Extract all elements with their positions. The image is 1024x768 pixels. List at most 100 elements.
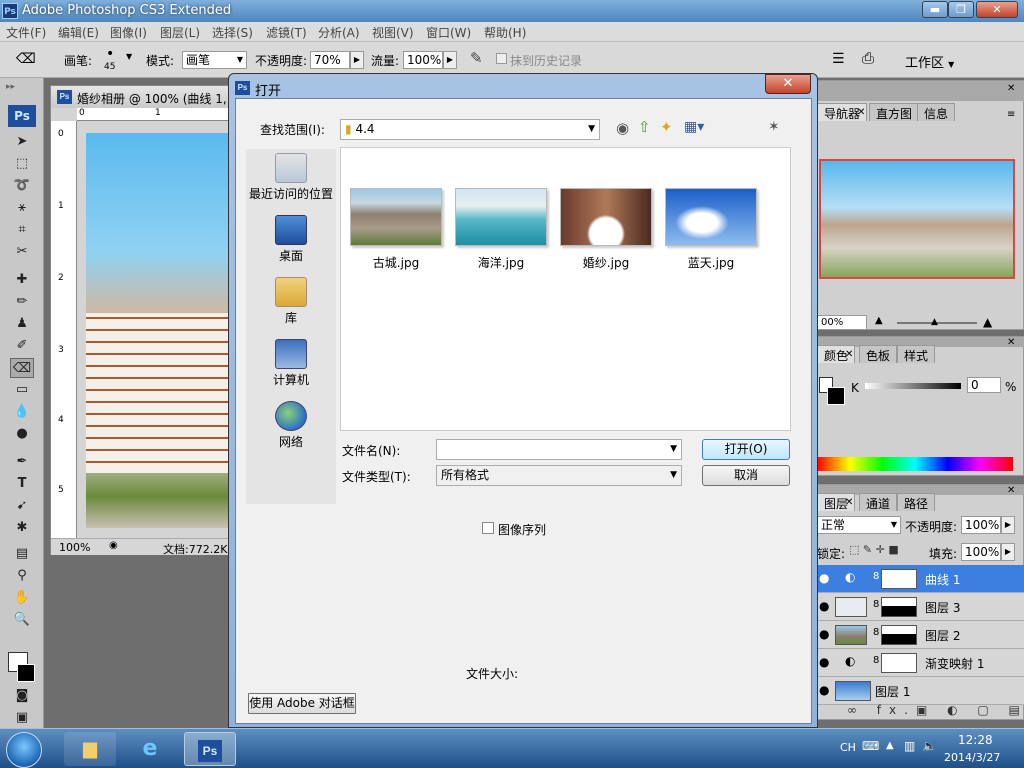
healing-brush-icon[interactable]: ✚: [10, 270, 34, 290]
type-tool-icon[interactable]: T: [10, 474, 34, 494]
navigator-preview[interactable]: [819, 159, 1015, 279]
blend-mode-select[interactable]: 正常 ▼: [817, 516, 901, 534]
file-item[interactable]: 海洋.jpg: [454, 188, 548, 271]
ie-icon[interactable]: e: [124, 732, 176, 766]
dialog-close-button[interactable]: ✕: [765, 74, 811, 94]
place-libraries[interactable]: 库: [246, 277, 336, 326]
brush-tool-icon[interactable]: ✏: [10, 292, 34, 312]
fill-stepper[interactable]: ▶: [1001, 543, 1015, 561]
close-icon[interactable]: ✕: [1007, 83, 1015, 94]
close-icon[interactable]: ✕: [1007, 337, 1015, 348]
new-folder-icon[interactable]: ✦: [660, 118, 673, 136]
file-item[interactable]: 婚纱.jpg: [559, 188, 653, 271]
path-selection-icon[interactable]: ➹: [10, 496, 34, 516]
up-folder-icon[interactable]: ⇧: [638, 118, 651, 136]
clone-stamp-icon[interactable]: ♟: [10, 314, 34, 334]
zoom-tool-icon[interactable]: 🔍: [10, 610, 34, 630]
workspace-menu[interactable]: 工作区 ▼: [905, 52, 954, 71]
lock-icons[interactable]: ⬚ ✎ ✛ ■: [849, 543, 899, 556]
place-recent[interactable]: 最近访问的位置: [246, 153, 336, 202]
opacity-stepper[interactable]: ▶: [350, 51, 364, 69]
tab-channels[interactable]: 通道: [859, 493, 898, 511]
minimize-button[interactable]: ▬: [922, 1, 948, 18]
back-icon[interactable]: ◉: [616, 119, 629, 137]
photoshop-taskbar-button[interactable]: Ps: [184, 732, 236, 766]
open-button[interactable]: 打开(O): [702, 439, 790, 460]
shape-tool-icon[interactable]: ✱: [10, 518, 34, 538]
airbrush-icon[interactable]: ✎: [470, 49, 483, 67]
layer-row[interactable]: ● 图层 1: [817, 677, 1024, 705]
place-computer[interactable]: 计算机: [246, 339, 336, 388]
zoom-slider-thumb[interactable]: ▲: [931, 317, 938, 327]
zoom-out-icon[interactable]: ▲: [875, 315, 883, 326]
menu-edit[interactable]: 编辑(E): [58, 24, 99, 41]
panel-menu-icon[interactable]: ≡: [1007, 109, 1015, 120]
color-slider[interactable]: [865, 383, 961, 389]
cancel-button[interactable]: 取消: [702, 465, 790, 486]
close-icon[interactable]: ✕: [845, 497, 853, 508]
eraser-tool-icon[interactable]: ⌫: [10, 358, 34, 378]
opacity-stepper[interactable]: ▶: [1001, 516, 1015, 534]
clock-time[interactable]: 12:28: [958, 733, 993, 747]
dodge-tool-icon[interactable]: ●: [10, 424, 34, 444]
screen-mode-icon[interactable]: ▣: [10, 708, 34, 728]
brush-preset-icon[interactable]: •: [106, 46, 114, 62]
history-brush-icon[interactable]: ✐: [10, 336, 34, 356]
menu-filter[interactable]: 滤镜(T): [266, 24, 307, 41]
network-tray-icon[interactable]: ▥: [904, 739, 915, 753]
collapse-toolbox-icon[interactable]: ▸▸: [6, 82, 15, 92]
document-canvas[interactable]: [86, 133, 231, 528]
layer-row[interactable]: ● 8 图层 3: [817, 593, 1024, 621]
menu-select[interactable]: 选择(S): [212, 24, 253, 41]
zoom-level[interactable]: 100%: [59, 541, 90, 554]
bridge-icon[interactable]: ⎙: [862, 49, 874, 67]
keyboard-icon[interactable]: ⌨: [862, 739, 879, 753]
menu-layer[interactable]: 图层(L): [160, 24, 200, 41]
blur-tool-icon[interactable]: 💧: [10, 402, 34, 422]
background-color-swatch[interactable]: [827, 387, 845, 405]
favorites-icon[interactable]: ✶: [768, 119, 780, 135]
menu-view[interactable]: 视图(V): [372, 24, 414, 41]
gradient-tool-icon[interactable]: ▭: [10, 380, 34, 400]
place-network[interactable]: 网络: [246, 401, 336, 450]
marquee-tool-icon[interactable]: ⬚: [10, 154, 34, 174]
tray-expand-icon[interactable]: ▲: [886, 740, 894, 751]
eraser-tool-icon[interactable]: ⌫: [16, 51, 36, 67]
menu-analysis[interactable]: 分析(A): [318, 24, 360, 41]
look-in-select[interactable]: ▮ 4.4 ▼: [340, 119, 600, 140]
menu-window[interactable]: 窗口(W): [426, 24, 471, 41]
layer-row[interactable]: ● 8 图层 2: [817, 621, 1024, 649]
brush-dropdown-icon[interactable]: ▼: [126, 52, 132, 61]
start-button[interactable]: [6, 732, 42, 768]
tab-histogram[interactable]: 直方图: [869, 103, 920, 121]
notes-tool-icon[interactable]: ▤: [10, 544, 34, 564]
tab-paths[interactable]: 路径: [897, 493, 936, 511]
zoom-in-icon[interactable]: ▲: [983, 315, 992, 329]
quick-mask-icon[interactable]: ◙: [10, 686, 34, 706]
tab-info[interactable]: 信息: [917, 103, 956, 121]
layers-panel-actions[interactable]: ∞ fx.▣ ◐ ▢ ▤ ⌂: [847, 703, 1024, 717]
filetype-select[interactable]: 所有格式 ▼: [436, 465, 682, 486]
file-item[interactable]: 古城.jpg: [349, 188, 443, 271]
hand-tool-icon[interactable]: ✋: [10, 588, 34, 608]
visibility-icon[interactable]: ●: [819, 571, 829, 585]
menu-help[interactable]: 帮助(H): [484, 24, 526, 41]
image-sequence-checkbox[interactable]: [482, 522, 494, 534]
visibility-icon[interactable]: ●: [819, 627, 829, 641]
layer-row[interactable]: ● ◐ 8 渐变映射 1: [817, 649, 1024, 677]
layer-opacity-input[interactable]: 100%: [961, 516, 1001, 534]
palette-well-icon[interactable]: ☰: [832, 51, 845, 67]
visibility-icon[interactable]: ●: [819, 655, 829, 669]
volume-icon[interactable]: 🔈: [922, 739, 937, 753]
filename-input[interactable]: ▼: [436, 439, 682, 460]
layer-row[interactable]: ● ◐ 8 曲线 1: [817, 565, 1024, 593]
lasso-tool-icon[interactable]: ➰: [10, 176, 34, 196]
menu-file[interactable]: 文件(F): [6, 24, 46, 41]
navigator-zoom-input[interactable]: 00%: [817, 315, 867, 330]
explorer-icon[interactable]: ▆: [64, 732, 116, 766]
fill-input[interactable]: 100%: [961, 543, 1001, 561]
magic-wand-tool-icon[interactable]: ⚹: [10, 198, 34, 218]
view-menu-icon[interactable]: ▦▾: [684, 119, 704, 135]
flow-stepper[interactable]: ▶: [443, 51, 457, 69]
erase-history-checkbox[interactable]: [496, 53, 507, 64]
